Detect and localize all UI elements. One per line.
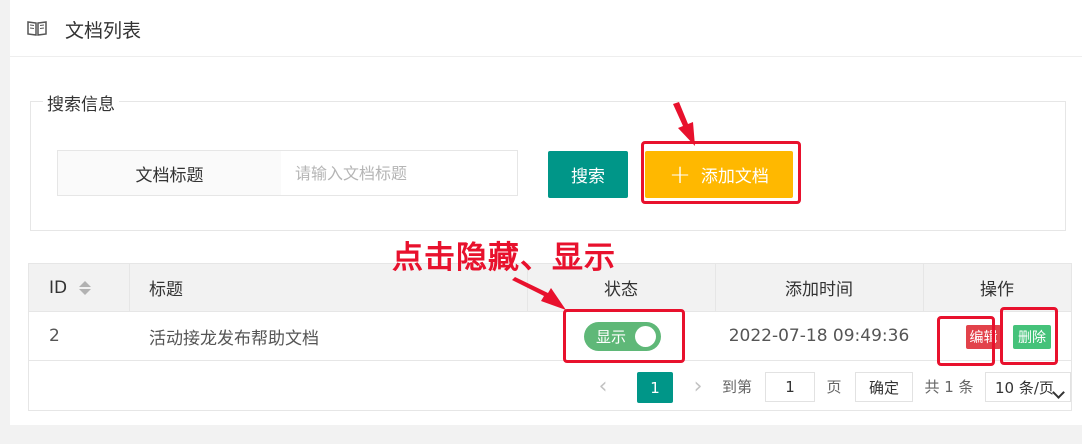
prev-page-icon[interactable]: ‹ [592,372,614,400]
goto-page-input[interactable] [765,372,815,402]
sort-icon[interactable] [79,280,92,295]
add-document-label: 添加文档 [700,167,769,187]
search-button[interactable]: 搜索 [548,151,628,198]
column-header-added-time: 添加时间 [785,280,853,300]
annotation-text: 点击隐藏、显示 [392,240,616,276]
card-header: 文档列表 [10,0,1082,57]
column-header-title: 标题 [149,280,183,300]
search-legend: 搜索信息 [43,90,119,115]
page-title: 文档列表 [65,20,142,42]
document-list-card: 文档列表 搜索信息 文档标题 搜索 + 添加文档 ID 标题 状态 添加时间 操… [10,0,1082,425]
page-size-select[interactable]: 10 条/页 [985,372,1071,402]
column-header-actions: 操作 [980,280,1014,300]
pagination: ‹ 1 › 到第 页 确定 共 1 条 10 条/页 [29,362,1071,410]
edit-button[interactable]: 编辑 [966,325,1001,349]
delete-button[interactable]: 删除 [1013,325,1051,349]
page-size-value: 10 条/页 [995,378,1054,397]
search-field-label: 文档标题 [57,150,282,196]
status-toggle-label: 显示 [596,328,627,346]
column-header-id[interactable]: ID [49,264,92,311]
switch-knob [635,326,656,347]
goto-label: 到第 [721,377,752,396]
row-title: 活动接龙发布帮助文档 [149,328,319,349]
page-unit-label: 页 [826,377,842,396]
table-row: 2 活动接龙发布帮助文档 显示 2022-07-18 09:49:36 编辑 删… [29,312,1071,361]
document-table: ID 标题 状态 添加时间 操作 2 活动接龙发布帮助文档 显示 2022-07… [28,263,1072,411]
plus-icon: + [669,159,691,190]
next-page-icon[interactable]: › [687,372,709,400]
page-1-button[interactable]: 1 [637,372,673,403]
goto-confirm-button[interactable]: 确定 [855,372,913,402]
total-count: 共 1 条 [924,377,974,396]
status-toggle-switch[interactable]: 显示 [584,322,661,351]
search-input[interactable] [281,150,518,196]
chevron-down-icon [1052,386,1065,399]
book-icon [27,21,47,36]
row-added-time: 2022-07-18 09:49:36 [728,326,910,346]
row-id: 2 [49,326,60,346]
add-document-button[interactable]: + 添加文档 [645,151,793,198]
